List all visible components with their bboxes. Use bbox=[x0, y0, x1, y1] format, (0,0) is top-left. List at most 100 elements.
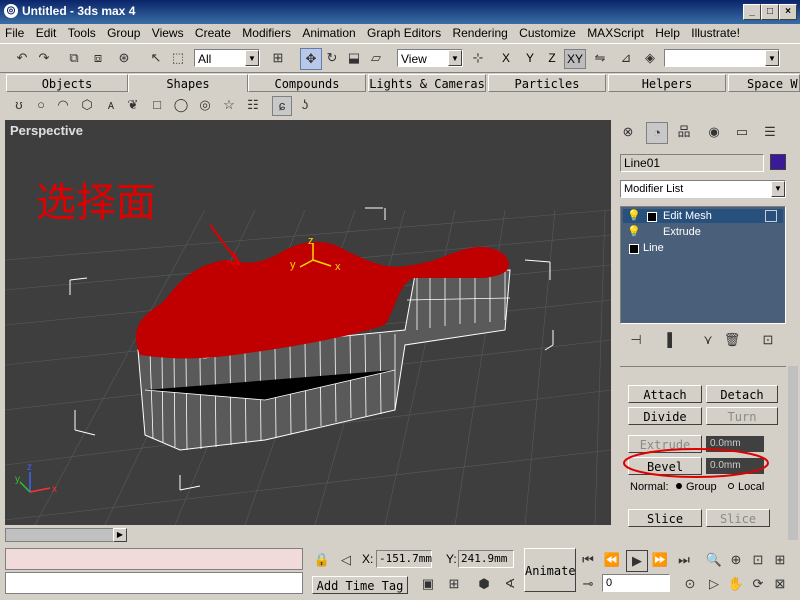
menu-graph-editors[interactable]: Graph Editors bbox=[364, 24, 444, 42]
scale-icon[interactable]: ⬓ bbox=[344, 48, 364, 68]
move-icon[interactable]: ✥ bbox=[300, 48, 322, 70]
menu-file[interactable]: File bbox=[2, 24, 27, 42]
time-config-icon[interactable]: ⊙ bbox=[680, 574, 700, 594]
add-time-tag-button[interactable]: Add Time Tag bbox=[312, 576, 408, 594]
pan-icon[interactable]: ✋ bbox=[726, 574, 746, 594]
prev-frame-icon[interactable]: ⏪ bbox=[602, 550, 622, 570]
menu-maxscript[interactable]: MAXScript bbox=[584, 24, 647, 42]
radio-local[interactable] bbox=[728, 483, 734, 489]
menu-help[interactable]: Help bbox=[652, 24, 683, 42]
goto-end-icon[interactable]: ⏭ bbox=[674, 550, 694, 570]
object-name-field[interactable]: Line01 bbox=[620, 154, 764, 172]
axis-x-button[interactable]: X bbox=[496, 49, 516, 67]
align-icon[interactable]: ⊿ bbox=[616, 48, 636, 68]
lightbulb-icon[interactable]: 💡 bbox=[627, 209, 641, 223]
fov-icon[interactable]: ▷ bbox=[704, 574, 724, 594]
zoom-all-icon[interactable]: ⊕ bbox=[726, 550, 746, 570]
zoom-icon[interactable]: 🔍 bbox=[704, 550, 724, 570]
zoom-extents-all-icon[interactable]: ⊞ bbox=[770, 550, 790, 570]
key-mode-icon[interactable]: ⊸ bbox=[578, 574, 598, 594]
remove-modifier-icon[interactable]: 🗑 bbox=[722, 330, 742, 350]
rotate-icon[interactable]: ↻ bbox=[322, 48, 342, 68]
unlink-icon[interactable]: ⧈ bbox=[88, 48, 108, 68]
ngon-shape-icon[interactable]: ⬡ bbox=[78, 96, 96, 114]
arc-shape-icon[interactable]: ◠ bbox=[54, 96, 72, 114]
tab-lights-cameras[interactable]: Lights & Cameras bbox=[368, 74, 486, 92]
time-slider[interactable] bbox=[5, 528, 115, 542]
nurbs-cv-icon[interactable]: ɕ bbox=[272, 96, 292, 116]
axis-y-button[interactable]: Y bbox=[520, 49, 540, 67]
prompt-line[interactable] bbox=[5, 572, 303, 594]
utilities-panel-icon[interactable]: ☰ bbox=[760, 122, 780, 142]
select-link-icon[interactable]: ⧉ bbox=[64, 48, 84, 68]
tab-helpers[interactable]: Helpers bbox=[608, 74, 726, 92]
radio-group[interactable] bbox=[676, 483, 682, 489]
grid-icon[interactable]: ▣ bbox=[418, 574, 438, 594]
named-sel-icon[interactable]: ◈ bbox=[640, 48, 660, 68]
panel-scrollbar[interactable] bbox=[788, 366, 798, 540]
normal-group-option[interactable]: Group bbox=[686, 481, 717, 493]
hierarchy-panel-icon[interactable]: 品 bbox=[674, 122, 694, 142]
axis-z-button[interactable]: Z bbox=[542, 49, 562, 67]
configure-sets-icon[interactable]: ⊡ bbox=[758, 330, 778, 350]
detach-button[interactable]: Detach bbox=[706, 385, 778, 403]
turn-button[interactable]: Turn bbox=[706, 407, 778, 425]
modify-panel-icon[interactable]: ◔ bbox=[646, 122, 668, 144]
object-color-swatch[interactable] bbox=[770, 154, 786, 170]
app-icon[interactable]: ◎ bbox=[4, 4, 18, 18]
play-icon[interactable]: ▶ bbox=[626, 550, 648, 572]
redo-icon[interactable]: ↷ bbox=[34, 48, 54, 68]
helix-shape-icon[interactable]: ❦ bbox=[124, 96, 142, 114]
y-coord-field[interactable]: 241.9mm bbox=[458, 550, 514, 568]
frame-field[interactable]: 0 bbox=[602, 574, 670, 592]
nurbs-point-icon[interactable]: ʖ bbox=[296, 96, 314, 114]
menu-create[interactable]: Create bbox=[192, 24, 234, 42]
slice-plane-button[interactable]: Slice Plane bbox=[628, 509, 702, 527]
lock-icon[interactable]: 🔒 bbox=[312, 550, 332, 570]
pivot-icon[interactable]: ⊹ bbox=[468, 48, 488, 68]
modifier-list-dropdown[interactable]: Modifier List ▼ bbox=[620, 180, 786, 198]
viewport-label[interactable]: Perspective bbox=[10, 123, 83, 138]
slice-button[interactable]: Slice bbox=[706, 509, 770, 527]
text-shape-icon[interactable]: ᴀ bbox=[102, 96, 120, 114]
motion-panel-icon[interactable]: ◉ bbox=[704, 122, 724, 142]
angle-snap-icon[interactable]: ∢ bbox=[500, 574, 520, 594]
star-shape-icon[interactable]: ☆ bbox=[220, 96, 238, 114]
animate-button[interactable]: Animate bbox=[524, 548, 576, 592]
menu-animation[interactable]: Animation bbox=[299, 24, 358, 42]
checkbox[interactable] bbox=[765, 210, 777, 222]
x-coord-field[interactable]: -151.7mm bbox=[376, 550, 432, 568]
stack-item-edit-mesh[interactable]: 💡 Edit Mesh bbox=[623, 209, 783, 223]
menu-group[interactable]: Group bbox=[104, 24, 143, 42]
tab-particles[interactable]: Particles bbox=[488, 74, 606, 92]
region-select-icon[interactable]: ⬚ bbox=[168, 48, 188, 68]
named-selection-dropdown[interactable]: ▼ bbox=[664, 49, 780, 67]
menu-customize[interactable]: Customize bbox=[516, 24, 579, 42]
goto-start-icon[interactable]: ⏮ bbox=[578, 550, 598, 570]
arc-rotate-icon[interactable]: ⟳ bbox=[748, 574, 768, 594]
normal-local-option[interactable]: Local bbox=[738, 481, 764, 493]
donut-shape-icon[interactable]: ◎ bbox=[196, 96, 214, 114]
selection-lock-icon[interactable]: ◁ bbox=[336, 550, 356, 570]
zoom-extents-icon[interactable]: ⊡ bbox=[748, 550, 768, 570]
bind-spacewarp-icon[interactable]: ⊛ bbox=[114, 48, 134, 68]
divide-button[interactable]: Divide bbox=[628, 407, 702, 425]
menu-rendering[interactable]: Rendering bbox=[449, 24, 510, 42]
circle-shape-icon[interactable]: ○ bbox=[32, 96, 50, 114]
chevron-right-icon[interactable]: ▶ bbox=[113, 528, 127, 542]
make-unique-icon[interactable]: ⋎ bbox=[698, 330, 718, 350]
menu-tools[interactable]: Tools bbox=[65, 24, 99, 42]
expand-icon[interactable] bbox=[647, 212, 657, 222]
select-by-name-icon[interactable]: ⊞ bbox=[268, 48, 288, 68]
cube-icon[interactable]: ⬢ bbox=[474, 574, 494, 594]
next-frame-icon[interactable]: ⏩ bbox=[650, 550, 670, 570]
line-shape-icon[interactable]: ʊ bbox=[10, 96, 28, 114]
undo-icon[interactable]: ↶ bbox=[12, 48, 32, 68]
tab-compounds[interactable]: Compounds bbox=[248, 74, 366, 92]
pin-stack-icon[interactable]: ⊣ bbox=[626, 330, 646, 350]
menu-views[interactable]: Views bbox=[149, 24, 187, 42]
tab-shapes[interactable]: Shapes bbox=[128, 74, 248, 92]
menu-edit[interactable]: Edit bbox=[33, 24, 60, 42]
attach-button[interactable]: Attach bbox=[628, 385, 702, 403]
create-panel-icon[interactable]: ⊗ bbox=[618, 122, 638, 142]
